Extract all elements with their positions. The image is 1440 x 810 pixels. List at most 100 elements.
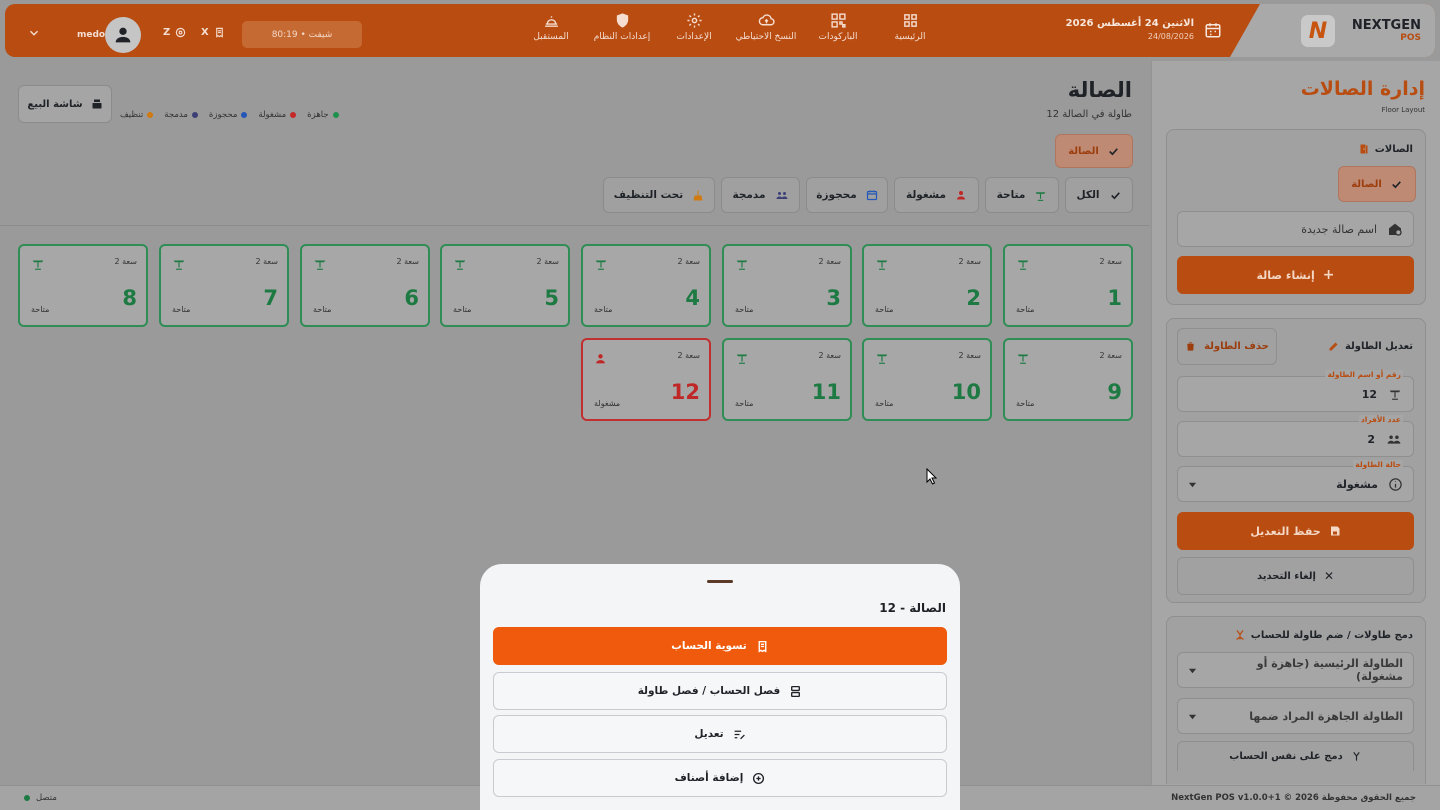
merge-icon bbox=[1353, 752, 1360, 761]
table-name-field[interactable]: رقم أو اسم الطاولة 12 bbox=[1177, 370, 1414, 412]
merge-icon bbox=[1235, 630, 1244, 641]
table-icon bbox=[594, 256, 608, 270]
target-icon bbox=[176, 27, 186, 38]
filter-occupied[interactable]: مشغولة bbox=[894, 177, 979, 213]
hall-chip[interactable]: الصالة bbox=[1055, 134, 1133, 168]
table-capacity: سعة 2 bbox=[958, 351, 982, 360]
table-status: متاحة bbox=[875, 399, 894, 408]
table-card-11[interactable]: سعة 2 11 متاحة bbox=[722, 338, 852, 421]
merge-same-bill-button[interactable]: دمج على نفس الحساب bbox=[1177, 741, 1414, 771]
door-icon bbox=[1360, 144, 1368, 154]
table-card-10[interactable]: سعة 2 10 متاحة bbox=[862, 338, 992, 421]
nav-barcodes[interactable]: الباركودات bbox=[813, 12, 863, 52]
table-status: متاحة bbox=[1016, 305, 1035, 314]
filter-merged[interactable]: مدمجة bbox=[721, 177, 800, 213]
add-items-button[interactable]: إضافة أصناف bbox=[493, 759, 947, 797]
filter-available[interactable]: متاحة bbox=[985, 177, 1059, 213]
filter-cleaning[interactable]: تحت التنظيف bbox=[603, 177, 715, 213]
split-bill-button[interactable]: فصل الحساب / فصل طاولة bbox=[493, 672, 947, 710]
chevron-down-icon[interactable] bbox=[27, 26, 41, 40]
table-number: 9 bbox=[1107, 380, 1122, 404]
table-status: متاحة bbox=[1016, 399, 1035, 408]
x-label: X bbox=[201, 27, 209, 38]
save-icon bbox=[1330, 526, 1340, 536]
hall-item[interactable]: الصالة bbox=[1338, 166, 1416, 202]
x-report-button[interactable]: X bbox=[201, 27, 225, 38]
table-icon bbox=[1016, 256, 1030, 270]
join-table-select[interactable]: الطاولة الجاهزة المراد ضمها bbox=[1177, 698, 1414, 734]
cancel-select-button[interactable]: إلغاء التحديد ✕ bbox=[1177, 557, 1414, 595]
person-icon bbox=[957, 191, 965, 200]
sidebar: إدارة الصالات Floor Layout الصالات الصال… bbox=[1151, 61, 1440, 785]
table-actions-sheet: الصالة - 12 تسوية الحساب فصل الحساب / فص… bbox=[480, 564, 960, 810]
table-capacity: سعة 2 bbox=[677, 351, 701, 360]
edit-table-header: تعديل الطاولة bbox=[1328, 340, 1413, 352]
settle-bill-button[interactable]: تسوية الحساب bbox=[493, 627, 947, 665]
save-edit-button[interactable]: حفظ التعديل bbox=[1177, 512, 1414, 550]
edit-order-button[interactable]: تعديل bbox=[493, 715, 947, 753]
table-icon bbox=[875, 350, 889, 364]
create-hall-button[interactable]: إنشاء صالة + bbox=[1177, 256, 1414, 294]
table-card-2[interactable]: سعة 2 2 متاحة bbox=[862, 244, 992, 327]
table-card-8[interactable]: سعة 2 8 متاحة bbox=[18, 244, 148, 327]
table-number: 3 bbox=[826, 286, 841, 310]
filter-reserved-label: محجوزة bbox=[816, 189, 857, 201]
nav-home-label: الرئيسية bbox=[894, 32, 926, 42]
table-card-3[interactable]: سعة 2 3 متاحة bbox=[722, 244, 852, 327]
table-card-5[interactable]: سعة 2 5 متاحة bbox=[440, 244, 570, 327]
table-status: متاحة bbox=[735, 399, 754, 408]
table-number: 11 bbox=[811, 380, 841, 404]
delete-table-button[interactable]: حذف الطاولة bbox=[1177, 328, 1277, 365]
filter-occupied-label: مشغولة bbox=[905, 189, 946, 201]
nav-backup[interactable]: النسخ الاحتياطي bbox=[733, 12, 799, 52]
status-dot bbox=[24, 795, 30, 801]
brand-name: NEXTGEN bbox=[1351, 18, 1421, 33]
cloche-icon bbox=[544, 16, 558, 27]
table-icon bbox=[735, 256, 749, 270]
sheet-drag-handle[interactable] bbox=[707, 580, 733, 583]
page-subtitle: 12 طاولة في الصالة bbox=[1046, 109, 1132, 120]
table-status: متاحة bbox=[172, 305, 191, 314]
table-card-1[interactable]: سعة 2 1 متاحة bbox=[1003, 244, 1133, 327]
hall-chip-label: الصالة bbox=[1068, 145, 1099, 157]
table-number: 12 bbox=[670, 380, 700, 404]
page-title: الصالة bbox=[1067, 78, 1132, 102]
table-capacity: سعة 2 bbox=[114, 257, 138, 266]
avatar[interactable] bbox=[105, 17, 141, 53]
nav-reception[interactable]: المستقبل bbox=[527, 12, 575, 52]
sale-screen-button[interactable]: شاشة البيع bbox=[18, 85, 112, 123]
table-card-9[interactable]: سعة 2 9 متاحة bbox=[1003, 338, 1133, 421]
table-status: متاحة bbox=[313, 305, 332, 314]
table-capacity: سعة 2 bbox=[1099, 257, 1123, 266]
status-value: مشغولة bbox=[1336, 477, 1378, 491]
filter-all-label: الكل bbox=[1076, 189, 1100, 201]
table-number: 5 bbox=[544, 286, 559, 310]
broom-icon bbox=[693, 190, 703, 200]
nav-home[interactable]: الرئيسية bbox=[890, 12, 930, 52]
user-icon bbox=[115, 27, 131, 43]
table-card-12[interactable]: سعة 2 12 مشغولة bbox=[581, 338, 711, 421]
table-icon bbox=[1035, 191, 1046, 201]
hall-item-label: الصالة bbox=[1351, 178, 1382, 190]
new-hall-input[interactable]: اسم صالة جديدة bbox=[1177, 211, 1414, 247]
group-icon bbox=[776, 192, 787, 199]
table-number: 7 bbox=[263, 286, 278, 310]
filter-all[interactable]: الكل bbox=[1065, 177, 1133, 213]
status-legend: جاهزة مشغولة محجوزة مدمجة تنظيف bbox=[120, 110, 339, 120]
nav-settings[interactable]: الإعدادات bbox=[670, 12, 718, 52]
z-report-button[interactable]: Z bbox=[163, 27, 186, 38]
guests-field[interactable]: عدد الأفراد 2 bbox=[1177, 415, 1414, 457]
table-card-6[interactable]: سعة 2 6 متاحة bbox=[300, 244, 430, 327]
table-card-7[interactable]: سعة 2 7 متاحة bbox=[159, 244, 289, 327]
edit-table-panel: تعديل الطاولة حذف الطاولة رقم أو اسم الط… bbox=[1166, 318, 1426, 603]
username: medo bbox=[77, 30, 106, 40]
grid-icon bbox=[903, 14, 917, 27]
table-icon bbox=[735, 350, 749, 364]
table-card-4[interactable]: سعة 2 4 متاحة bbox=[581, 244, 711, 327]
filter-reserved[interactable]: محجوزة bbox=[806, 177, 888, 213]
check-icon bbox=[1391, 180, 1401, 188]
main-table-select[interactable]: الطاولة الرئيسية (جاهزة أو مشغولة) bbox=[1177, 652, 1414, 688]
shift-indicator[interactable]: شيفت • 80:19 bbox=[242, 21, 362, 48]
table-status-select[interactable]: حالة الطاولة مشغولة bbox=[1177, 460, 1414, 502]
nav-system-settings[interactable]: إعدادات النظام bbox=[591, 12, 653, 52]
